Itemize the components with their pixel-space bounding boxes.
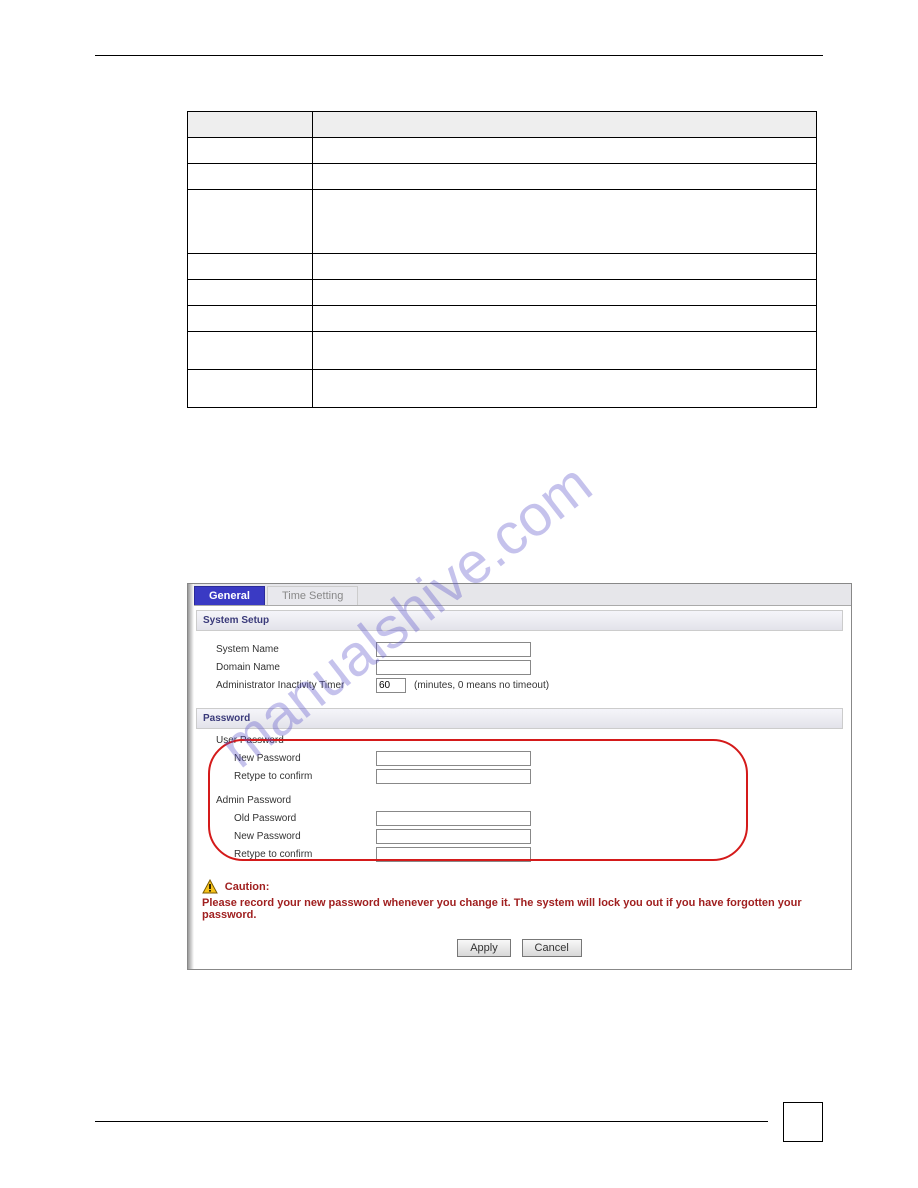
inactivity-timer-hint: (minutes, 0 means no timeout) (414, 680, 549, 691)
table-cell (313, 164, 817, 190)
table-cell (313, 332, 817, 370)
inactivity-timer-input[interactable] (376, 678, 406, 693)
tab-general[interactable]: General (194, 586, 265, 605)
inactivity-timer-label: Administrator Inactivity Timer (216, 680, 376, 691)
table-cell (188, 332, 313, 370)
fields-table (187, 111, 817, 408)
system-name-input[interactable] (376, 642, 531, 657)
caution-title: Caution: (225, 881, 270, 893)
caution-text: Please record your new password whenever… (202, 897, 837, 921)
table-cell (313, 370, 817, 408)
bottom-rule (95, 1121, 768, 1122)
table-cell (188, 190, 313, 254)
warning-icon (202, 879, 218, 895)
admin-retype-label: Retype to confirm (216, 849, 376, 860)
admin-password-label: Admin Password (216, 795, 851, 806)
section-system-setup: System Setup (196, 610, 843, 631)
system-name-label: System Name (216, 644, 376, 655)
section-password: Password (196, 708, 843, 729)
table-cell (313, 138, 817, 164)
admin-new-password-input[interactable] (376, 829, 531, 844)
tab-time-setting[interactable]: Time Setting (267, 586, 358, 605)
table-cell (188, 370, 313, 408)
admin-new-password-label: New Password (216, 831, 376, 842)
domain-name-input[interactable] (376, 660, 531, 675)
system-setup-form: System Name Domain Name Administrator In… (188, 631, 851, 704)
caution-block: Caution: Please record your new password… (188, 871, 851, 931)
page-number-box (783, 1102, 823, 1142)
user-retype-label: Retype to confirm (216, 771, 376, 782)
table-header (313, 112, 817, 138)
table-cell (313, 280, 817, 306)
user-password-label: User Password (216, 735, 851, 746)
table-cell (188, 254, 313, 280)
table-cell (188, 164, 313, 190)
table-cell (313, 306, 817, 332)
user-retype-input[interactable] (376, 769, 531, 784)
table-cell (188, 280, 313, 306)
admin-old-password-input[interactable] (376, 811, 531, 826)
user-new-password-label: New Password (216, 753, 376, 764)
table-cell (188, 306, 313, 332)
screenshot-panel: General Time Setting System Setup System… (187, 583, 852, 970)
tab-bar: General Time Setting (188, 584, 851, 606)
table-header (188, 112, 313, 138)
cancel-button[interactable]: Cancel (522, 939, 582, 957)
apply-button[interactable]: Apply (457, 939, 511, 957)
top-rule (95, 55, 823, 56)
domain-name-label: Domain Name (216, 662, 376, 673)
table-cell (313, 190, 817, 254)
table-cell (188, 138, 313, 164)
admin-old-password-label: Old Password (216, 813, 376, 824)
admin-retype-input[interactable] (376, 847, 531, 862)
user-new-password-input[interactable] (376, 751, 531, 766)
table-cell (313, 254, 817, 280)
button-bar: Apply Cancel (188, 931, 851, 969)
